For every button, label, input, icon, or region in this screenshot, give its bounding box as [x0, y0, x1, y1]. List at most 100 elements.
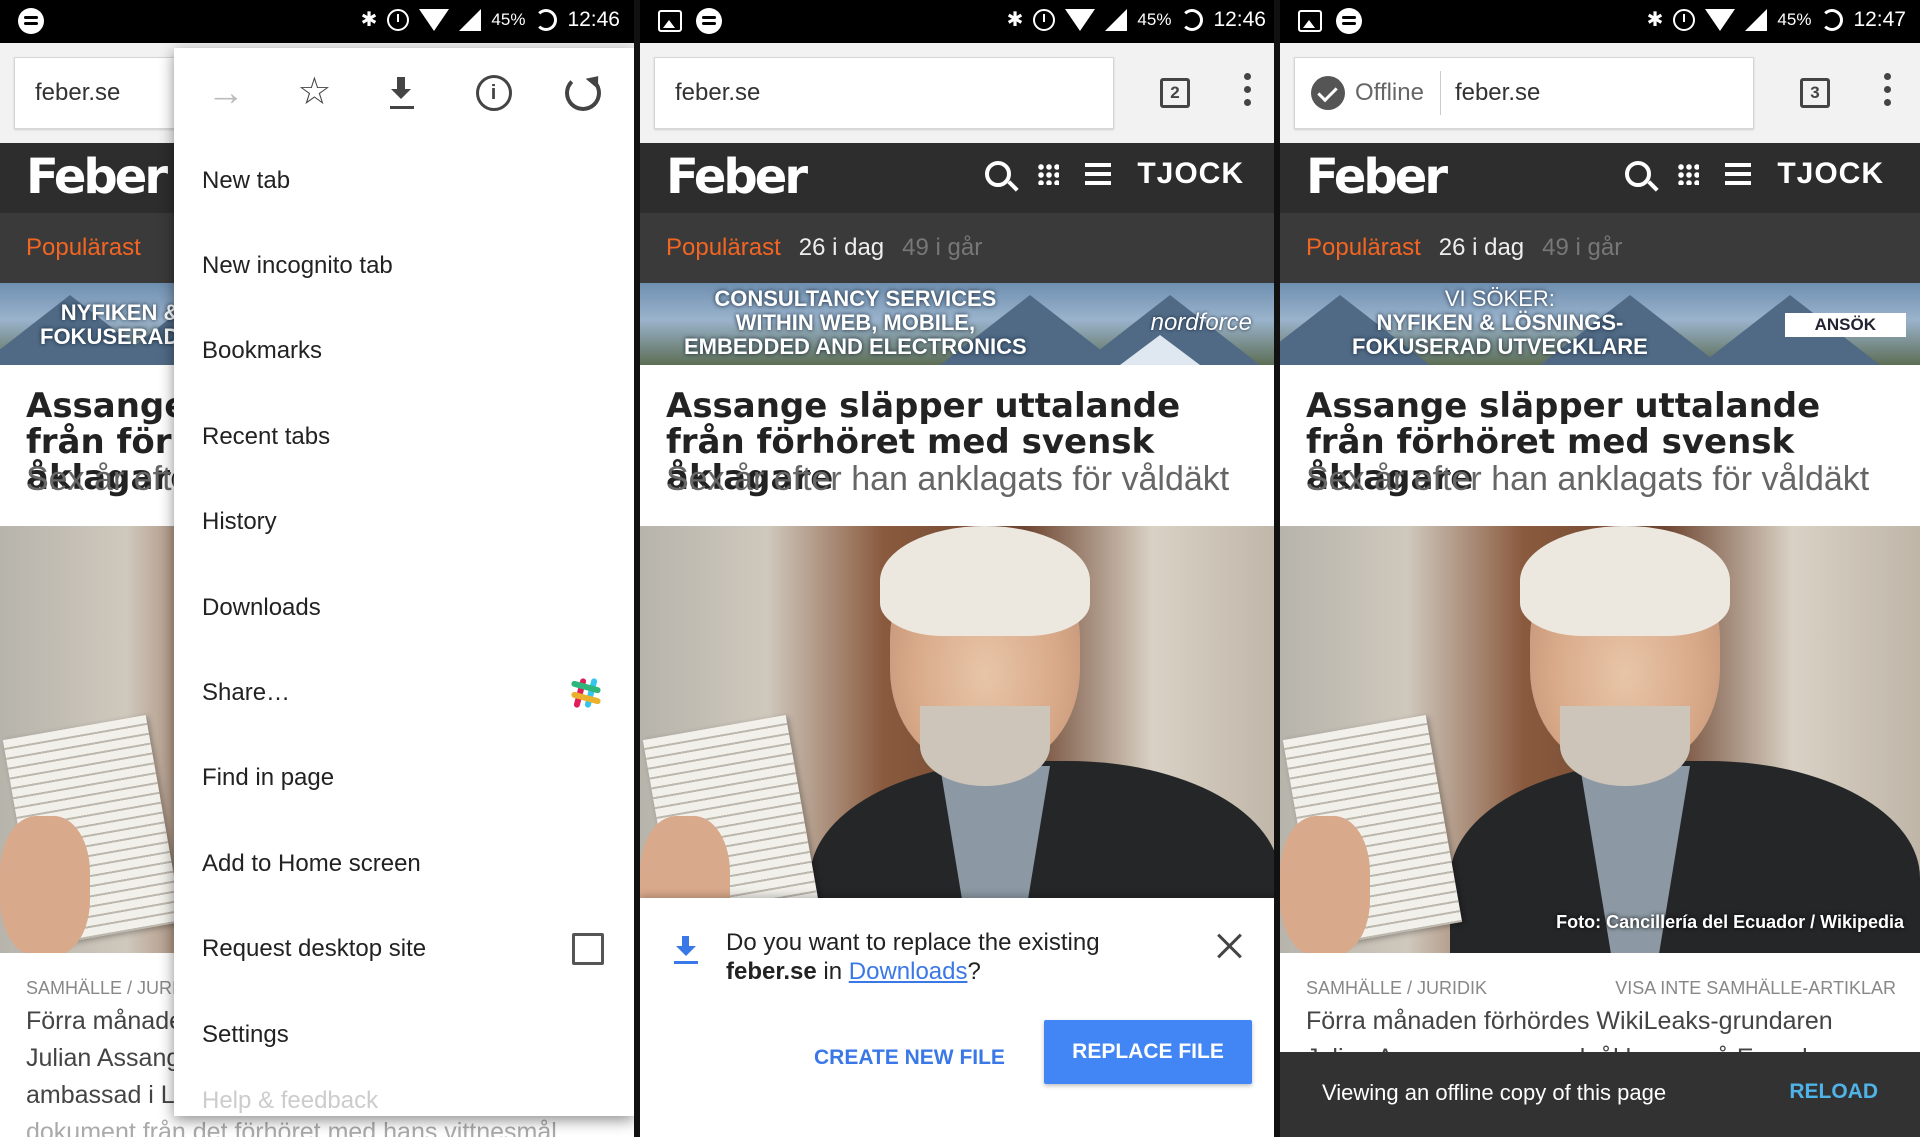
downloads-link[interactable]: Downloads — [849, 958, 968, 985]
menu-item-add-to-home-screen[interactable]: Add to Home screen — [174, 821, 634, 906]
popular-yesterday[interactable]: 49 i går — [902, 234, 982, 262]
popular-yesterday[interactable]: 49 i går — [1542, 234, 1622, 262]
popular-label[interactable]: Populärast — [666, 234, 781, 262]
banner-line: FOKUSERAD — [40, 324, 180, 349]
menu-item-help-feedback[interactable]: Help & feedback — [174, 1077, 634, 1137]
gallery-icon — [1298, 10, 1322, 32]
battery-percent: 45% — [491, 9, 526, 29]
photo-hair — [880, 526, 1090, 636]
screen-menu-open: ✱ 45% 12:46 feber.se Feber Populärast NY… — [0, 0, 634, 1137]
battery-icon — [535, 8, 558, 31]
menu-item-label: New tab — [202, 166, 291, 194]
site-logo[interactable]: Feber — [1306, 149, 1448, 205]
replace-file-dialog: Do you want to replace the existing febe… — [640, 898, 1280, 1137]
more-options-icon[interactable] — [1884, 73, 1892, 113]
more-options-icon[interactable] — [1244, 73, 1252, 113]
forward-icon[interactable]: → — [207, 74, 245, 112]
ad-banner[interactable]: VI SÖKER: NYFIKEN & LÖSNINGS- FOKUSERAD … — [1280, 283, 1920, 365]
battery-percent: 45% — [1777, 9, 1812, 29]
spotify-icon — [1336, 8, 1362, 34]
menu-item-recent-tabs[interactable]: Recent tabs — [174, 394, 634, 479]
photo-hair — [1520, 526, 1730, 636]
dialog-qmark: ? — [967, 958, 981, 985]
menu-item-settings[interactable]: Settings — [174, 992, 634, 1077]
signal-icon — [1745, 8, 1768, 31]
close-icon[interactable] — [1216, 932, 1244, 960]
photo-credit[interactable]: Foto: Cancillería del Ecuador / Wikipedi… — [1556, 912, 1904, 933]
popular-bar: Populärast 26 i dag 49 i går — [640, 213, 1280, 283]
banner-line: CONSULTANCY SERVICES — [714, 286, 997, 311]
clock: 12:46 — [567, 7, 620, 31]
popular-label[interactable]: Populärast — [26, 234, 141, 262]
bluetooth-icon: ✱ — [360, 9, 378, 31]
apply-button[interactable]: ANSÖK — [1784, 313, 1906, 337]
menu-item-share[interactable]: Share… — [174, 650, 634, 735]
grid-icon[interactable] — [1677, 163, 1700, 185]
dialog-question: Do you want to replace the existing — [726, 929, 1100, 956]
site-logo[interactable]: Feber — [26, 149, 168, 205]
menu-item-bookmarks[interactable]: Bookmarks — [174, 309, 634, 394]
hide-category-link[interactable]: VISA INTE SAMHÄLLE-ARTIKLAR — [1615, 978, 1896, 999]
photo-hand — [0, 816, 90, 953]
menu-item-new-incognito-tab[interactable]: New incognito tab — [174, 223, 634, 308]
tjock-link[interactable]: TJOCK — [1777, 157, 1884, 191]
url-bar[interactable]: Offline feber.se — [1294, 57, 1754, 129]
replace-file-button[interactable]: REPLACE FILE — [1044, 1020, 1252, 1084]
search-icon[interactable] — [985, 161, 1012, 187]
reload-icon[interactable] — [565, 75, 602, 111]
download-page-icon[interactable] — [386, 75, 422, 111]
offline-chip[interactable]: Offline — [1311, 71, 1441, 115]
tab-switcher-button[interactable]: 2 — [1160, 78, 1190, 108]
menu-item-label: Settings — [202, 1020, 289, 1048]
slack-icon[interactable] — [568, 675, 604, 711]
offline-snackbar: Viewing an offline copy of this page REL… — [1280, 1052, 1920, 1137]
article-category[interactable]: SAMHÄLLE / JURIDIK — [1306, 978, 1487, 999]
article-photo[interactable]: Foto: Cancillería del Ecuador / Wikipedi… — [1280, 526, 1920, 953]
clock: 12:46 — [1213, 7, 1266, 31]
menu-item-find-in-page[interactable]: Find in page — [174, 736, 634, 821]
bookmark-star-icon[interactable]: ☆ — [296, 73, 332, 111]
menu-item-downloads[interactable]: Downloads — [174, 565, 634, 650]
clock: 12:47 — [1853, 7, 1906, 31]
popular-today[interactable]: 26 i dag — [799, 234, 884, 262]
hamburger-menu-icon[interactable] — [1725, 163, 1752, 185]
dialog-message: Do you want to replace the existing febe… — [726, 928, 1166, 986]
battery-percent: 45% — [1137, 9, 1172, 29]
overflow-menu: → ☆ i New tab New incognito tab Bookmark… — [174, 48, 634, 1116]
article-photo[interactable] — [640, 526, 1280, 953]
menu-item-history[interactable]: History — [174, 480, 634, 565]
article-meta: SAMHÄLLE / JURIDIK VISA INTE SAMHÄLLE-AR… — [1306, 978, 1896, 999]
reload-button[interactable]: RELOAD — [1789, 1080, 1878, 1104]
tjock-link[interactable]: TJOCK — [1137, 157, 1244, 191]
signal-icon — [459, 8, 482, 31]
url-bar[interactable]: feber.se — [654, 57, 1114, 129]
search-icon[interactable] — [1625, 161, 1652, 187]
popular-label[interactable]: Populärast — [1306, 234, 1421, 262]
three-screenshots: ✱ 45% 12:46 feber.se Feber Populärast NY… — [0, 0, 1920, 1137]
popular-bar: Populärast 26 i dag 49 i går — [1280, 213, 1920, 283]
dialog-in-word: in — [823, 958, 843, 985]
site-logo[interactable]: Feber — [666, 149, 808, 205]
tab-switcher-button[interactable]: 3 — [1800, 78, 1830, 108]
ad-banner[interactable]: CONSULTANCY SERVICES WITHIN WEB, MOBILE,… — [640, 283, 1280, 365]
create-new-file-button[interactable]: CREATE NEW FILE — [814, 1046, 1005, 1070]
menu-item-label: Request desktop site — [202, 935, 427, 963]
menu-item-new-tab[interactable]: New tab — [174, 138, 634, 223]
photo-beard — [920, 706, 1050, 786]
menu-item-label: Add to Home screen — [202, 849, 421, 877]
snackbar-message: Viewing an offline copy of this page — [1322, 1080, 1667, 1105]
menu-item-label: Help & feedback — [202, 1087, 379, 1115]
menu-item-label: Downloads — [202, 593, 321, 621]
teaser-line: Förra månaden förhördes WikiLeaks-grunda… — [1306, 1007, 1833, 1035]
grid-icon[interactable] — [1037, 163, 1060, 185]
dialog-filename: feber.se — [726, 958, 817, 985]
hamburger-menu-icon[interactable] — [1085, 163, 1112, 185]
desktop-site-checkbox[interactable] — [572, 933, 604, 966]
page-info-icon[interactable]: i — [475, 75, 512, 111]
menu-item-request-desktop-site[interactable]: Request desktop site — [174, 907, 634, 992]
article-subtitle: Sex år efter han anklagats för våldäkt — [1306, 460, 1870, 498]
banner-line: WITHIN WEB, MOBILE, — [735, 310, 976, 335]
battery-icon — [1181, 8, 1204, 31]
popular-today[interactable]: 26 i dag — [1439, 234, 1524, 262]
spotify-icon — [18, 8, 44, 34]
